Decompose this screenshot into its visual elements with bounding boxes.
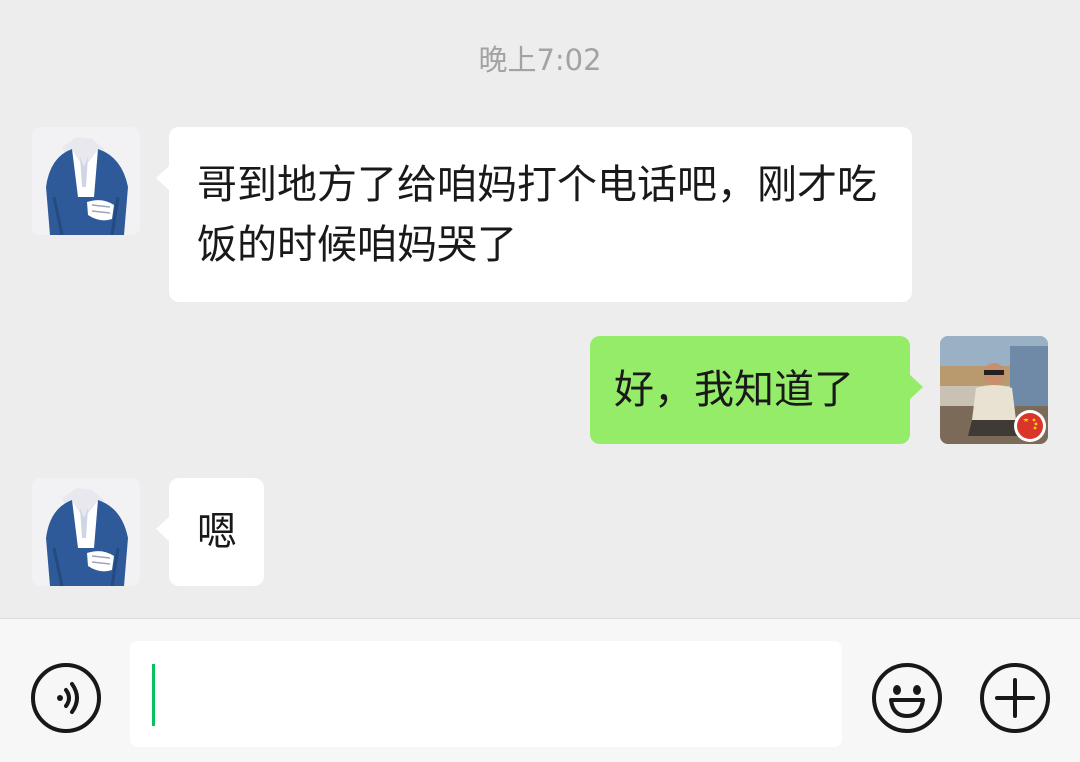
message-bubble-incoming[interactable]: 哥到地方了给咱妈打个电话吧，刚才吃饭的时候咱妈哭了 — [156, 127, 912, 302]
message-text: 好，我知道了 — [614, 367, 854, 413]
message-input[interactable] — [130, 641, 842, 747]
message-timestamp: 晚上7:02 — [478, 43, 602, 77]
message-bubble-outgoing[interactable]: 好，我知道了 — [590, 336, 923, 444]
message-text: 嗯 — [197, 509, 237, 555]
plus-icon[interactable] — [979, 662, 1051, 734]
emoji-icon[interactable] — [871, 662, 943, 734]
bubble-tail — [156, 165, 170, 191]
self-avatar-image — [940, 336, 1048, 444]
message-bubble-incoming[interactable]: 嗯 — [156, 478, 264, 586]
message-text: 哥到地方了给咱妈打个电话吧，刚才吃饭的时候咱妈哭了 — [197, 162, 877, 268]
chat-area: 晚上7:02 哥到地方了给咱妈打个电话吧，刚才吃饭的时候咱妈哭了 好，我知道了 — [0, 0, 1080, 618]
voice-icon[interactable] — [30, 662, 102, 734]
text-caret — [152, 664, 155, 726]
contact-avatar[interactable] — [32, 127, 140, 235]
contact-avatar-image — [32, 478, 140, 586]
bubble-tail — [156, 516, 170, 542]
bubble-tail — [909, 374, 923, 400]
self-avatar[interactable] — [940, 336, 1048, 444]
input-bar — [0, 618, 1080, 762]
contact-avatar-image — [32, 127, 140, 235]
contact-avatar[interactable] — [32, 478, 140, 586]
